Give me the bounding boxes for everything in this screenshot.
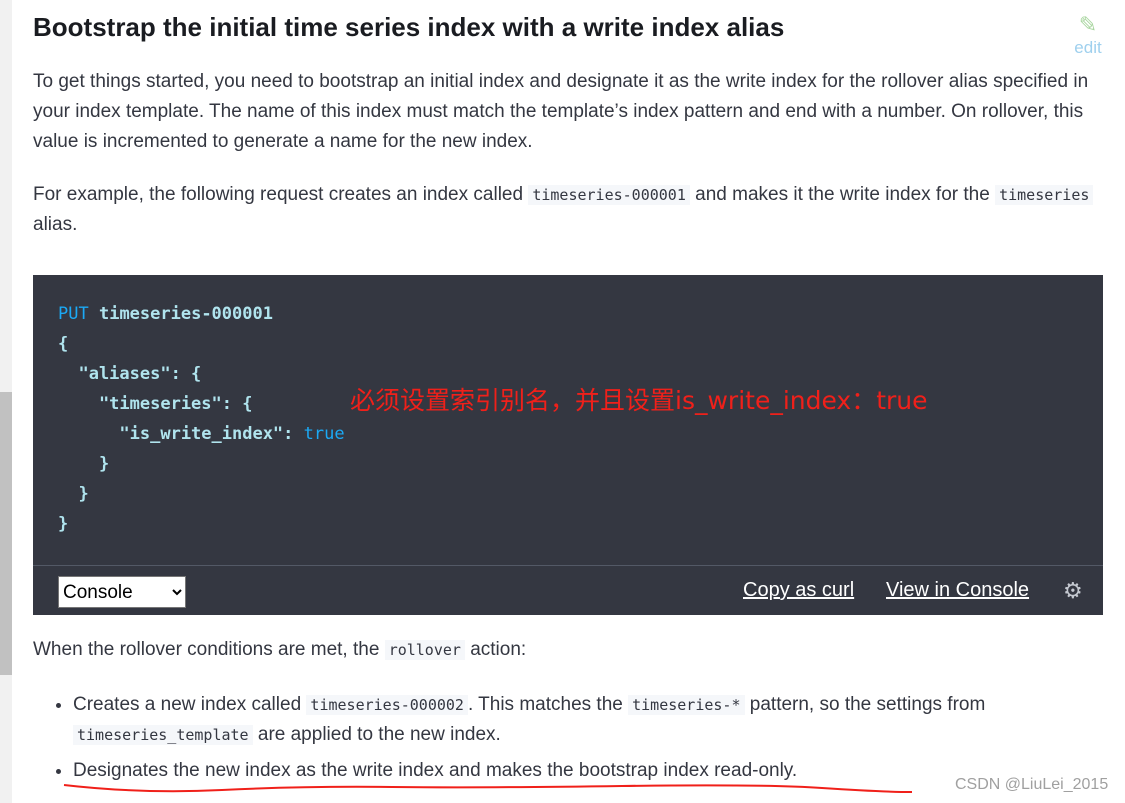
text: Designates the new index as the write in… xyxy=(73,760,798,781)
text: When the rollover conditions are met, th… xyxy=(33,639,385,660)
request-path: timeseries-000001 xyxy=(98,304,273,324)
example-paragraph: For example, the following request creat… xyxy=(33,180,1108,240)
copy-as-curl-link[interactable]: Copy as curl xyxy=(743,579,854,602)
text: For example, the following request creat… xyxy=(33,184,529,205)
code-line: } xyxy=(58,484,89,504)
text: are applied to the new index. xyxy=(252,724,501,745)
code-line: "aliases": { xyxy=(58,364,202,384)
text: action: xyxy=(464,639,527,660)
list-item: Creates a new index called timeseries-00… xyxy=(73,690,1083,750)
intro-paragraph: To get things started, you need to boots… xyxy=(33,71,1089,152)
text: pattern, so the settings from xyxy=(744,694,986,715)
code-line: "is_write_index": xyxy=(58,424,304,444)
console-select[interactable]: Console xyxy=(58,576,186,608)
text: and makes it the write index for the xyxy=(689,184,996,205)
edit-label: edit xyxy=(1074,38,1102,57)
code-line: "timeseries": { xyxy=(58,394,253,414)
inline-code: timeseries_template xyxy=(73,725,253,745)
http-method: PUT xyxy=(58,304,89,324)
inline-code: timeseries-000001 xyxy=(528,185,690,205)
code-line: } xyxy=(58,514,69,534)
inline-code: timeseries-* xyxy=(628,695,745,715)
code-line: } xyxy=(58,454,110,474)
edit-link[interactable]: ✎ edit xyxy=(1070,12,1106,58)
scrollbar-track[interactable] xyxy=(0,0,12,803)
section-heading: Bootstrap the initial time series index … xyxy=(33,12,785,42)
watermark: CSDN @LiuLei_2015 xyxy=(955,776,1109,793)
code-line: { xyxy=(58,334,69,354)
inline-code: timeseries xyxy=(995,185,1094,205)
text: . This matches the xyxy=(467,694,629,715)
pencil-icon: ✎ xyxy=(1078,12,1098,37)
rollover-paragraph: When the rollover conditions are met, th… xyxy=(33,635,1108,665)
rollover-actions-list: Creates a new index called timeseries-00… xyxy=(33,690,1083,792)
red-hand-underline xyxy=(63,784,913,793)
scrollbar-thumb[interactable] xyxy=(0,392,12,675)
gear-icon[interactable]: ⚙ xyxy=(1063,578,1083,604)
view-in-console-link[interactable]: View in Console xyxy=(886,579,1029,602)
code-toolbar: Console Copy as curl View in Console ⚙ xyxy=(33,565,1103,616)
text: Creates a new index called xyxy=(73,694,307,715)
code-value: true xyxy=(303,424,345,444)
text: alias. xyxy=(33,214,78,235)
code-block: PUT timeseries-000001 { "aliases": { "ti… xyxy=(33,275,1103,615)
red-annotation: 必须设置索引别名，并且设置is_write_index：true xyxy=(350,386,928,415)
inline-code: rollover xyxy=(384,640,465,660)
inline-code: timeseries-000002 xyxy=(306,695,468,715)
code-content: PUT timeseries-000001 { "aliases": { "ti… xyxy=(58,299,345,539)
